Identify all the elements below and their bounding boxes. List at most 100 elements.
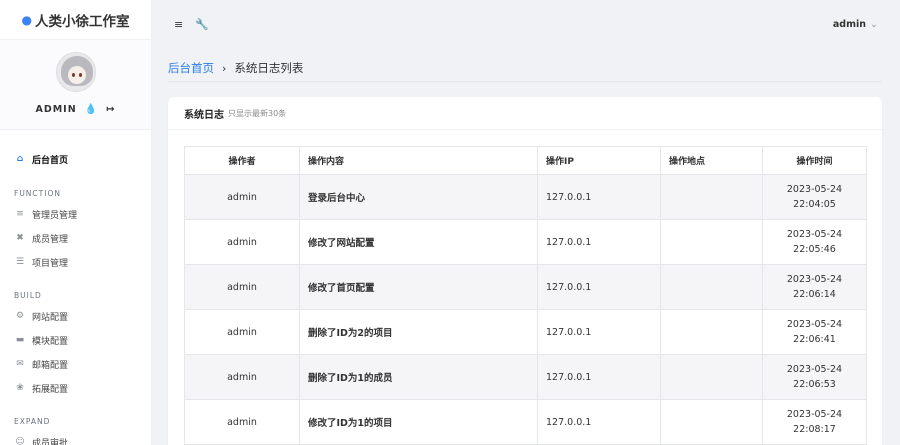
sidebar: ● 人类小徐工作室 ADMIN 💧 ↦ ⌂ 后台首页 FUNCTION ≡ 管理… bbox=[0, 0, 152, 445]
brand-name: 人类小徐工作室 bbox=[34, 13, 130, 30]
user-profile: ADMIN 💧 ↦ bbox=[0, 40, 151, 130]
cell-date: 2023-05-24 bbox=[786, 229, 843, 240]
cell-time: 2023-05-24 22:08:17 bbox=[762, 399, 867, 445]
topbar: ≡ 🔧 admin ⌄ bbox=[152, 0, 900, 48]
breadcrumb-current: 系统日志列表 bbox=[234, 61, 304, 75]
cell-operator: admin bbox=[184, 174, 300, 220]
table-row: admin 删除了ID为2的项目 127.0.0.1 2023-05-24 22:… bbox=[184, 309, 867, 355]
cell-content: 删除了ID为1的成员 bbox=[299, 354, 538, 400]
menu-icon[interactable]: ≡ bbox=[174, 18, 183, 31]
sidebar-item-home[interactable]: ⌂ 后台首页 bbox=[0, 146, 151, 172]
sidebar-item-label: 成员管理 bbox=[32, 234, 69, 245]
card-subtitle: 只显示最新30条 bbox=[228, 108, 287, 118]
cell-ip: 127.0.0.1 bbox=[537, 354, 661, 400]
cell-location bbox=[660, 174, 763, 220]
user-menu[interactable]: admin ⌄ bbox=[833, 19, 878, 30]
table-header-row: 操作者 操作内容 操作IP 操作地点 操作时间 bbox=[184, 146, 867, 175]
table-row: admin 登录后台中心 127.0.0.1 2023-05-24 22:04:0… bbox=[184, 174, 867, 220]
cell-time: 2023-05-24 22:06:53 bbox=[762, 354, 867, 400]
cell-content: 修改了网站配置 bbox=[299, 219, 538, 265]
cell-clock: 22:04:05 bbox=[793, 199, 836, 210]
cell-date: 2023-05-24 bbox=[786, 319, 843, 330]
cell-operator: admin bbox=[184, 219, 300, 265]
avatar[interactable] bbox=[55, 52, 96, 92]
cell-time: 2023-05-24 22:04:05 bbox=[762, 174, 867, 220]
module-icon: ▬ bbox=[15, 335, 25, 345]
column-header-time: 操作时间 bbox=[762, 146, 867, 175]
cell-content: 修改了ID为1的项目 bbox=[299, 399, 538, 445]
table-row: admin 修改了首页配置 127.0.0.1 2023-05-24 22:06:… bbox=[184, 264, 867, 310]
cell-time: 2023-05-24 22:05:46 bbox=[762, 219, 867, 265]
plugin-icon: ❀ bbox=[16, 383, 24, 393]
sidebar-item-module-config[interactable]: ▬ 模块配置 bbox=[0, 328, 151, 352]
cell-time: 2023-05-24 22:06:14 bbox=[762, 264, 867, 310]
sidebar-item-project-management[interactable]: ☰ 项目管理 bbox=[0, 250, 151, 274]
sidebar-item-label: 后台首页 bbox=[32, 155, 69, 166]
sidebar-item-label: 网站配置 bbox=[32, 312, 69, 323]
sidebar-item-label: 邮箱配置 bbox=[32, 360, 69, 371]
cell-operator: admin bbox=[184, 264, 300, 310]
breadcrumb: 后台首页 › 系统日志列表 bbox=[168, 55, 882, 82]
cell-ip: 127.0.0.1 bbox=[537, 399, 661, 445]
cell-ip: 127.0.0.1 bbox=[537, 219, 661, 265]
cell-operator: admin bbox=[184, 399, 300, 445]
user-add-icon: ☺ bbox=[15, 437, 25, 445]
cell-ip: 127.0.0.1 bbox=[537, 309, 661, 355]
breadcrumb-home-link[interactable]: 后台首页 bbox=[168, 60, 214, 76]
cell-date: 2023-05-24 bbox=[786, 409, 843, 420]
list-icon: ≡ bbox=[16, 209, 24, 219]
cell-clock: 22:06:14 bbox=[793, 289, 836, 300]
layers-icon: ☰ bbox=[15, 257, 25, 267]
profile-username: ADMIN bbox=[35, 104, 77, 115]
cell-clock: 22:06:41 bbox=[793, 334, 836, 345]
cell-location bbox=[660, 264, 763, 310]
cell-operator: admin bbox=[184, 309, 300, 355]
gears-icon: ⚙ bbox=[15, 311, 25, 321]
card-header: 系统日志 只显示最新30条 bbox=[168, 97, 882, 130]
cell-ip: 127.0.0.1 bbox=[537, 174, 661, 220]
table-row: admin 修改了网站配置 127.0.0.1 2023-05-24 22:05:… bbox=[184, 219, 867, 265]
sidebar-item-member-approval[interactable]: ☺ 成员审批 bbox=[0, 430, 151, 445]
column-header-content: 操作内容 bbox=[299, 146, 538, 175]
cell-content: 登录后台中心 bbox=[299, 174, 538, 220]
cell-location bbox=[660, 399, 763, 445]
sidebar-item-label: 项目管理 bbox=[32, 258, 69, 269]
wrench-icon[interactable]: 🔧 bbox=[195, 18, 209, 31]
tools-icon: ✖ bbox=[16, 233, 24, 243]
mail-icon: ✉ bbox=[16, 359, 24, 369]
user-name: admin bbox=[832, 18, 867, 30]
cell-location bbox=[660, 219, 763, 265]
brand[interactable]: ● 人类小徐工作室 bbox=[0, 0, 151, 40]
breadcrumb-separator: › bbox=[222, 61, 227, 75]
sidebar-item-admin-management[interactable]: ≡ 管理员管理 bbox=[0, 202, 151, 226]
sidebar-item-member-management[interactable]: ✖ 成员管理 bbox=[0, 226, 151, 250]
cell-content: 修改了首页配置 bbox=[299, 264, 538, 310]
system-log-card: 系统日志 只显示最新30条 操作者 操作内容 操作IP 操作地点 操作时间 ad… bbox=[168, 97, 882, 445]
card-title: 系统日志 bbox=[184, 109, 224, 121]
table-row: admin 修改了ID为1的项目 127.0.0.1 2023-05-24 22:… bbox=[184, 399, 867, 445]
nav-section-function: FUNCTION bbox=[14, 189, 61, 198]
cell-date: 2023-05-24 bbox=[786, 274, 843, 285]
sidebar-item-extension-config[interactable]: ❀ 拓展配置 bbox=[0, 376, 151, 400]
cell-operator: admin bbox=[184, 354, 300, 400]
nav-section-expand: EXPAND bbox=[14, 417, 51, 426]
cell-ip: 127.0.0.1 bbox=[537, 264, 661, 310]
cell-clock: 22:06:53 bbox=[793, 379, 836, 390]
log-table: 操作者 操作内容 操作IP 操作地点 操作时间 admin 登录后台中心 127… bbox=[184, 146, 867, 445]
cell-clock: 22:05:46 bbox=[793, 244, 836, 255]
cell-date: 2023-05-24 bbox=[786, 364, 843, 375]
column-header-ip: 操作IP bbox=[537, 146, 661, 175]
nav-section-build: BUILD bbox=[14, 291, 42, 300]
sidebar-item-label: 拓展配置 bbox=[32, 384, 69, 395]
chevron-down-icon: ⌄ bbox=[870, 18, 878, 30]
sidebar-item-site-config[interactable]: ⚙ 网站配置 bbox=[0, 304, 151, 328]
flame-icon: ● bbox=[21, 12, 32, 27]
cell-location bbox=[660, 309, 763, 355]
cell-content: 删除了ID为2的项目 bbox=[299, 309, 538, 355]
flame-icon[interactable]: 💧 bbox=[85, 104, 98, 115]
sidebar-item-mail-config[interactable]: ✉ 邮箱配置 bbox=[0, 352, 151, 376]
column-header-location: 操作地点 bbox=[660, 146, 763, 175]
sidebar-item-label: 管理员管理 bbox=[32, 210, 78, 221]
cell-time: 2023-05-24 22:06:41 bbox=[762, 309, 867, 355]
logout-icon[interactable]: ↦ bbox=[106, 104, 115, 115]
